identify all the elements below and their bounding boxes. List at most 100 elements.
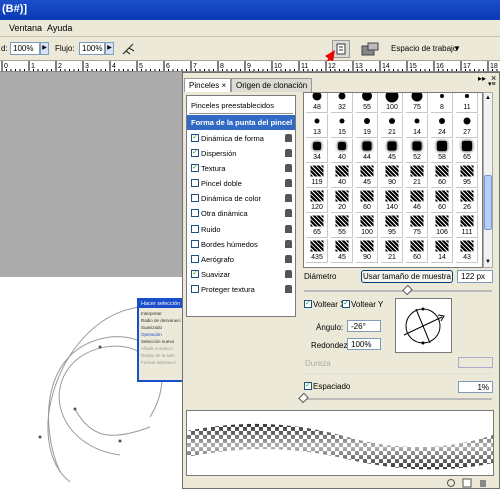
tab-clone-source[interactable]: Origen de clonación	[231, 78, 313, 92]
lock-icon[interactable]	[285, 194, 292, 202]
brush-tip-cell[interactable]: 19	[356, 114, 378, 138]
brush-option-row[interactable]: Otra dinámica	[187, 206, 295, 221]
brush-tip-cell[interactable]: 15	[331, 114, 353, 138]
brush-tip-cell[interactable]: 65	[306, 214, 328, 238]
brush-tip-cell[interactable]: 44	[356, 139, 378, 163]
brush-option-row[interactable]: Ruido	[187, 222, 295, 237]
brush-tip-cell[interactable]: 60	[431, 164, 453, 188]
trash-icon[interactable]	[478, 478, 488, 488]
menu-ayuda[interactable]: Ayuda	[47, 23, 72, 33]
brush-tip-cell[interactable]: 60	[356, 189, 378, 213]
brush-tip-cell[interactable]: 111	[456, 214, 478, 238]
spacing-checkbox[interactable]: ✓	[304, 382, 312, 390]
brush-tip-cell[interactable]: 60	[431, 189, 453, 213]
scroll-thumb[interactable]	[484, 175, 492, 230]
flip-y-checkbox[interactable]: ✓	[342, 300, 350, 308]
brush-tip-cell[interactable]: 45	[381, 139, 403, 163]
brush-tip-cell[interactable]: 90	[381, 164, 403, 188]
brush-tip-cell[interactable]: 21	[406, 164, 428, 188]
brush-tip-cell[interactable]: 75	[406, 214, 428, 238]
brush-tip-cell[interactable]: 32	[331, 93, 353, 113]
brush-option-checkbox[interactable]: ✓	[191, 164, 199, 172]
panel-minimize-icon[interactable]: ▸▸	[478, 74, 486, 83]
workspace-icon[interactable]	[360, 41, 380, 57]
brush-option-row[interactable]: ✓ Dispersión	[187, 146, 295, 161]
brush-option-row[interactable]: Proteger textura	[187, 282, 295, 297]
dialog-row[interactable]: Radio de desvaneci	[141, 317, 181, 324]
brush-tip-cell[interactable]: 11	[456, 93, 478, 113]
brush-tip-cell[interactable]: 27	[456, 114, 478, 138]
brush-option-checkbox[interactable]	[191, 240, 199, 248]
new-preset-icon[interactable]	[462, 478, 472, 488]
brush-tip-cell[interactable]: 52	[406, 139, 428, 163]
brush-option-checkbox[interactable]	[191, 285, 199, 293]
diameter-slider-track[interactable]	[304, 290, 492, 292]
brush-option-checkbox[interactable]	[191, 194, 199, 202]
brush-tip-cell[interactable]: 120	[306, 189, 328, 213]
flip-x-checkbox[interactable]: ✓	[304, 300, 312, 308]
brush-option-row[interactable]: ✓ Suavizar	[187, 267, 295, 282]
brush-tip-cell[interactable]: 106	[431, 214, 453, 238]
brush-option-checkbox[interactable]: ✓	[191, 149, 199, 157]
flow-field[interactable]: 100%	[79, 42, 105, 55]
brush-tip-cell[interactable]: 14	[431, 239, 453, 263]
brush-tip-shape-item[interactable]: Forma de la punta del pincel	[187, 115, 295, 130]
brush-option-checkbox[interactable]: ✓	[191, 270, 199, 278]
workspace-menu[interactable]: Espacio de trabajo	[391, 44, 457, 53]
brush-tip-cell[interactable]: 26	[456, 189, 478, 213]
angle-roundness-preview[interactable]	[395, 298, 452, 353]
hardness-field[interactable]	[458, 357, 493, 368]
brush-tip-cell[interactable]: 55	[331, 214, 353, 238]
brush-tip-cell[interactable]: 90	[356, 239, 378, 263]
brush-tip-cell[interactable]: 435	[306, 239, 328, 263]
lock-icon[interactable]	[285, 164, 292, 172]
hardness-slider-track[interactable]	[304, 373, 492, 374]
dialog-row[interactable]: Selección nueva	[141, 338, 181, 345]
brush-tip-cell[interactable]: 43	[456, 239, 478, 263]
brush-option-checkbox[interactable]: ✓	[191, 134, 199, 142]
opacity-field[interactable]: 100%	[10, 42, 40, 55]
use-sample-size-button[interactable]: Usar tamaño de muestra	[361, 270, 453, 283]
brush-tip-cell[interactable]: 34	[306, 139, 328, 163]
brush-tip-cell[interactable]: 21	[381, 239, 403, 263]
brush-tip-cell[interactable]: 45	[331, 239, 353, 263]
brush-tip-cell[interactable]: 60	[406, 239, 428, 263]
brush-option-checkbox[interactable]	[191, 225, 199, 233]
brush-tip-cell[interactable]: 48	[306, 93, 328, 113]
brush-option-row[interactable]: Bordes húmedos	[187, 237, 295, 252]
lock-icon[interactable]	[285, 270, 292, 278]
brush-tip-cell[interactable]: 95	[381, 214, 403, 238]
toggle-palette-icon[interactable]	[446, 478, 456, 488]
panel-menu-icon[interactable]: ▾≡	[488, 80, 496, 88]
brush-option-row[interactable]: Dinámica de color	[187, 191, 295, 206]
roundness-field[interactable]: 100%	[347, 338, 381, 350]
brush-tip-cell[interactable]: 40	[331, 164, 353, 188]
tab-brushes[interactable]: Pinceles ×	[184, 78, 232, 92]
spacing-slider-track[interactable]	[304, 398, 492, 400]
brush-tip-cell[interactable]: 100	[381, 93, 403, 113]
brush-tip-cell[interactable]: 55	[356, 93, 378, 113]
brush-tip-cell[interactable]: 14	[406, 114, 428, 138]
spacing-field[interactable]: 1%	[458, 381, 493, 393]
dialog-row[interactable]: Suavizado	[141, 324, 181, 331]
angle-field[interactable]: -26°	[347, 320, 381, 332]
lock-icon[interactable]	[285, 209, 292, 217]
opacity-arrow-button[interactable]: ▶	[40, 42, 49, 55]
workspace-dropdown-icon[interactable]: ▼	[453, 44, 461, 53]
dialog-row[interactable]: Restar de la sele	[141, 352, 181, 359]
lock-icon[interactable]	[285, 134, 292, 142]
dialog-row[interactable]: Añadir a selecci	[141, 345, 181, 352]
brush-option-row[interactable]: Pincel doble	[187, 176, 295, 191]
lock-icon[interactable]	[285, 225, 292, 233]
brush-tip-cell[interactable]: 8	[431, 93, 453, 113]
brush-option-row[interactable]: ✓ Textura	[187, 161, 295, 176]
diameter-field[interactable]: 122 px	[457, 270, 493, 283]
flow-arrow-button[interactable]: ▶	[105, 42, 114, 55]
brush-option-row[interactable]: Aerógrafo	[187, 252, 295, 267]
brush-tip-cell[interactable]: 45	[356, 164, 378, 188]
brush-option-row[interactable]: ✓ Dinámica de forma	[187, 131, 295, 146]
brush-tip-cell[interactable]: 100	[356, 214, 378, 238]
lock-icon[interactable]	[285, 149, 292, 157]
brush-tip-cell[interactable]: 13	[306, 114, 328, 138]
brush-tip-cell[interactable]: 24	[431, 114, 453, 138]
